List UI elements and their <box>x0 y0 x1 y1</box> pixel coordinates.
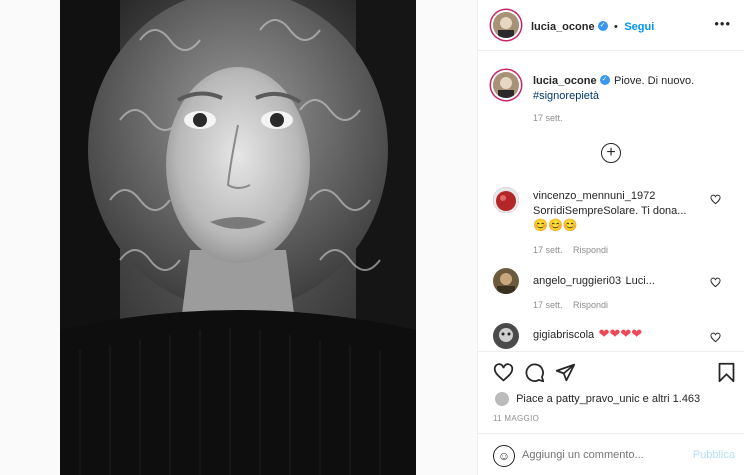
comment-hearts: ❤❤❤❤ <box>598 326 643 341</box>
comment-like-icon[interactable] <box>710 277 721 288</box>
follow-button[interactable]: Segui <box>624 21 654 33</box>
likes-prefix: Piace a <box>516 392 553 405</box>
likes-count[interactable]: 1.463 <box>673 393 701 405</box>
author-avatar[interactable] <box>493 12 519 38</box>
comment-like-icon[interactable] <box>710 332 721 343</box>
comment-icon[interactable] <box>524 362 545 383</box>
comment-avatar[interactable] <box>493 323 519 349</box>
comment-like-icon[interactable] <box>710 194 721 205</box>
comment-avatar[interactable] <box>493 187 519 213</box>
comment-item: angelo_ruggieri03 Luci... <box>533 271 655 289</box>
emoji-icon[interactable]: ☺ <box>493 445 515 467</box>
caption-time[interactable]: 17 sett. <box>533 113 563 123</box>
caption-text: Piove. Di nuovo. <box>614 75 695 87</box>
comment-username[interactable]: angelo_ruggieri03 <box>533 275 621 287</box>
comment-avatar[interactable] <box>493 268 519 294</box>
caption: lucia_ocone ✓ Piove. Di nuovo. #signorepi… <box>533 73 733 103</box>
likes-summary: Piace a patty_pravo_unic e altri 1.463 <box>495 392 700 406</box>
heart-icon[interactable] <box>493 362 514 383</box>
comment-item: vincenzo_mennuni_1972 SorridiSempreSolar… <box>533 188 713 232</box>
comment-input[interactable] <box>522 446 672 464</box>
comment-text: Luci... <box>625 275 655 287</box>
publish-button[interactable]: Pubblica <box>693 449 735 461</box>
post-panel: lucia_ocone ✓ • Segui ••• lucia_ocone ✓ Pi… <box>477 0 744 475</box>
comment-text: SorridiSempreSolare. Ti dona... <box>533 205 687 217</box>
liker-avatar[interactable] <box>495 392 509 406</box>
verified-badge-icon: ✓ <box>597 20 608 31</box>
caption-hashtag[interactable]: #signorepietà <box>533 90 599 102</box>
post-media-area <box>0 0 477 475</box>
likes-tail[interactable]: e altri <box>643 393 670 405</box>
post-header: lucia_ocone ✓ • Segui ••• <box>478 0 744 50</box>
caption-avatar[interactable] <box>493 72 519 98</box>
comment-time[interactable]: 17 sett. <box>533 300 563 310</box>
post-date[interactable]: 11 MAGGIO <box>493 414 539 423</box>
caption-username[interactable]: lucia_ocone <box>533 75 597 87</box>
more-options-icon[interactable]: ••• <box>714 16 731 31</box>
plus-circle-icon[interactable]: + <box>601 143 621 163</box>
share-icon[interactable] <box>555 362 576 383</box>
reply-button[interactable]: Rispondi <box>573 300 608 310</box>
separator-dot: • <box>614 21 618 33</box>
likes-user[interactable]: patty_pravo_unic <box>556 393 640 405</box>
author-username[interactable]: lucia_ocone <box>531 21 595 33</box>
comment-time[interactable]: 17 sett. <box>533 245 563 255</box>
reply-button[interactable]: Rispondi <box>573 245 608 255</box>
post-photo[interactable] <box>60 0 416 475</box>
comment-item: gigiabriscola ❤❤❤❤ <box>533 325 642 343</box>
verified-badge-icon: ✓ <box>599 74 610 85</box>
comment-username[interactable]: vincenzo_mennuni_1972 <box>533 190 655 202</box>
bookmark-icon[interactable] <box>717 362 736 383</box>
comment-emoji: 😊😊😊 <box>533 218 578 232</box>
comment-username[interactable]: gigiabriscola <box>533 329 594 341</box>
